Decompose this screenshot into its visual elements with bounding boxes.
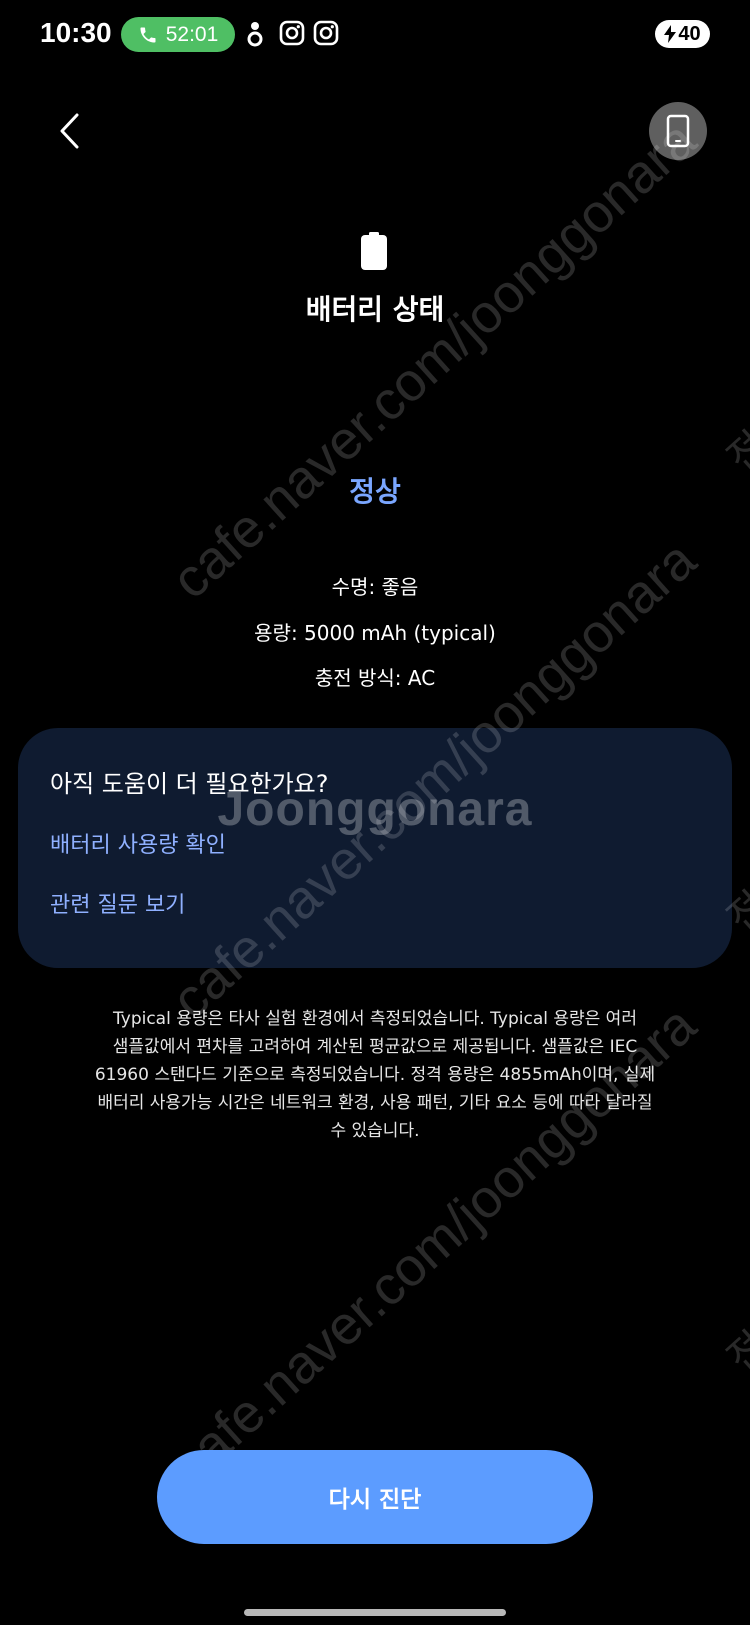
related-questions-link[interactable]: 관련 질문 보기 [50,887,185,919]
retest-button[interactable]: 다시 진단 [157,1450,593,1544]
battery-level: 40 [678,22,701,45]
back-button[interactable] [44,104,94,158]
battery-icon [361,232,387,270]
capacity-disclaimer: Typical 용량은 타사 실험 환경에서 측정되었습니다. Typical … [60,1005,690,1145]
page-title: 배터리 상태 [305,293,445,326]
charging-bolt-icon [664,25,677,43]
disclaimer-line: Typical 용량은 타사 실험 환경에서 측정되었습니다. Typical … [113,1009,637,1029]
bubble-notification-icon [247,22,263,47]
battery-usage-link[interactable]: 배터리 사용량 확인 [50,827,226,859]
disclaimer-line: 배터리 사용가능 시간은 네트워크 환경, 사용 패턴, 기타 요소 등에 따라… [97,1093,653,1113]
instagram-icon [279,20,305,46]
instagram-icon [313,20,339,46]
phone-device-icon [666,114,690,148]
capacity-detail: 용량: 5000 mAh (typical) [254,621,496,645]
disclaimer-line: 수 있습니다. [330,1121,420,1141]
watermark-url: cafe.naver.com/joonggonara [160,109,708,611]
charging-detail: 충전 방식: AC [314,666,436,690]
chevron-left-icon [60,113,79,149]
watermark-edge: 전 [719,1323,750,1381]
call-duration: 52:01 [165,22,219,46]
disclaimer-line: 샘플값에서 편차를 고려하여 계산된 평균값으로 제공됩니다. 샘플값은 IEC [112,1037,638,1057]
lifespan-detail: 수명: 좋음 [331,575,419,599]
status-time: 10:30 [40,17,112,48]
device-care-button[interactable] [649,102,707,160]
help-card-title: 아직 도움이 더 필요한가요? [50,770,329,798]
help-card: 아직 도움이 더 필요한가요? 배터리 사용량 확인 관련 질문 보기 [18,728,732,968]
battery-indicator: 40 [655,20,710,48]
disclaimer-line: 61960 스탠다드 기준으로 측정되었습니다. 정격 용량은 4855mAh이… [94,1065,656,1085]
home-indicator[interactable] [244,1609,506,1616]
battery-status-result: 정상 [349,475,401,508]
phone-icon [140,27,156,42]
ongoing-call-chip[interactable]: 52:01 [121,17,235,52]
status-bar: 10:30 52:01 40 [0,0,750,70]
